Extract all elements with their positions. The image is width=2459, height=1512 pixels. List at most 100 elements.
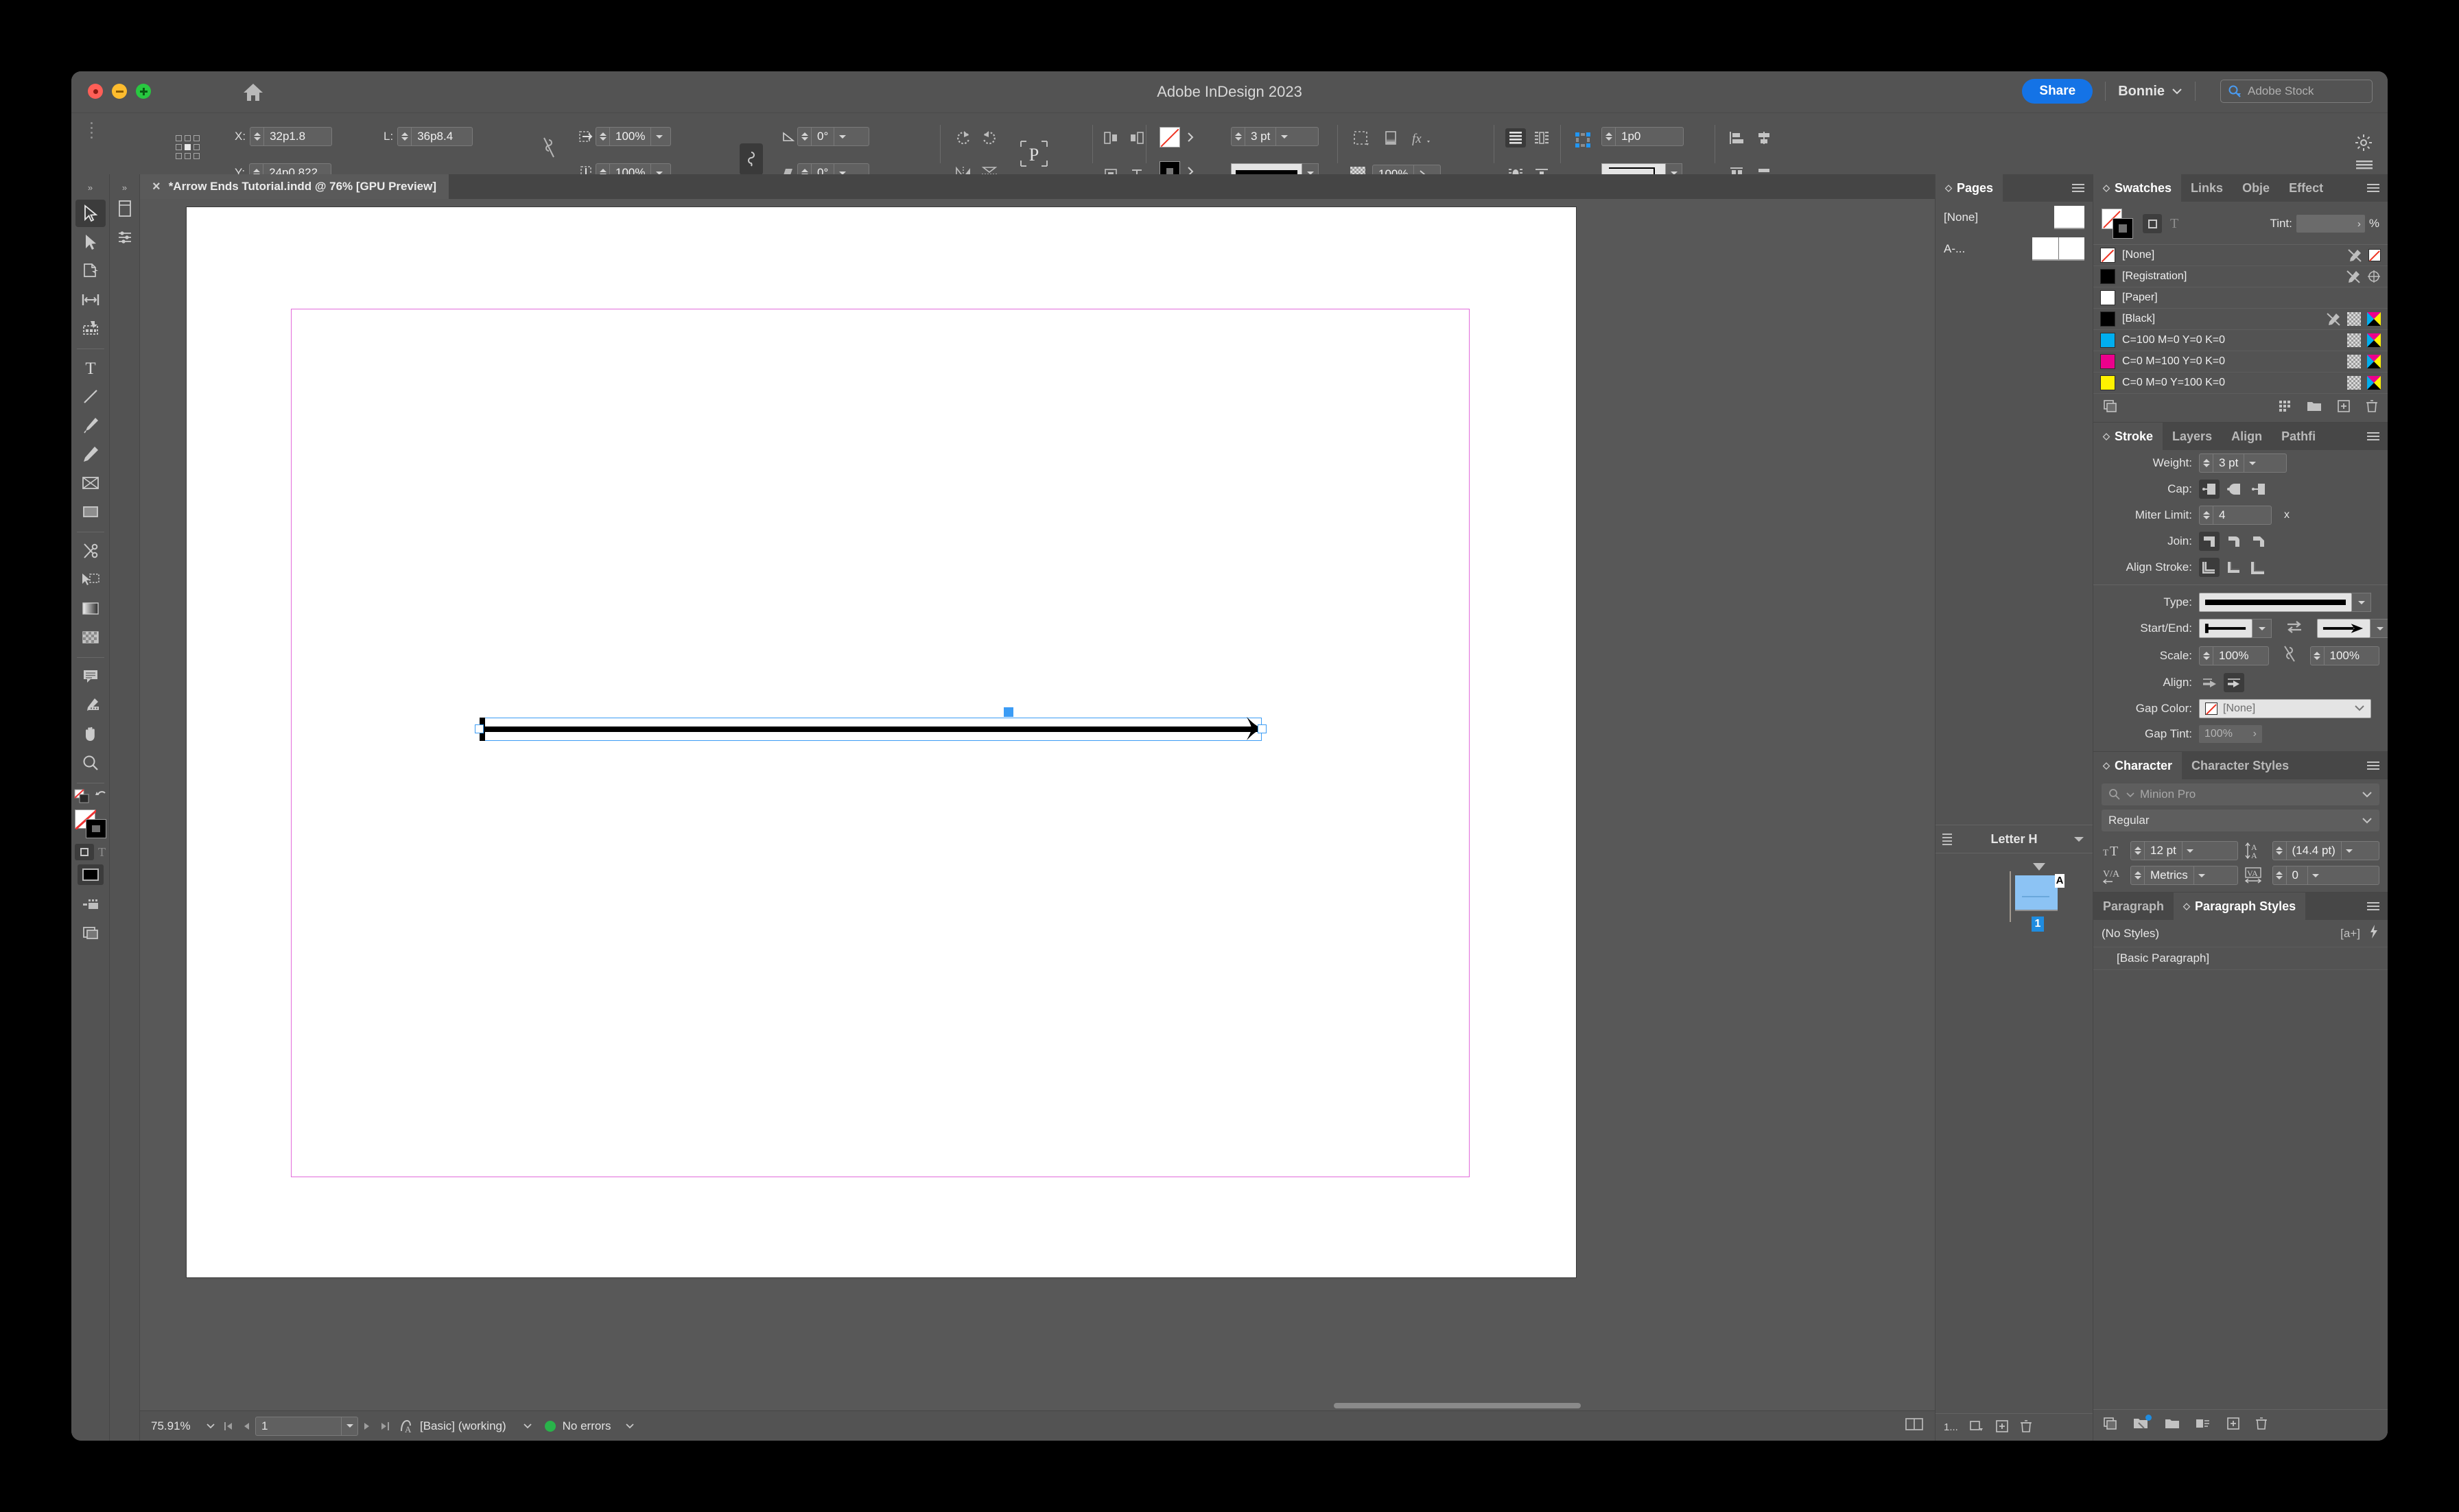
gap-tint-field[interactable]: 100% › [2199,725,2262,743]
font-size-field[interactable]: 12 pt [2130,841,2238,860]
apply-color-button[interactable] [77,864,104,885]
ref-point-mc[interactable] [185,144,191,150]
round-cap-button[interactable] [2224,480,2244,499]
delete-page-icon[interactable] [2020,1419,2032,1436]
ref-point-mr[interactable] [193,144,200,150]
formatting-affects-text-icon[interactable]: T [2170,216,2178,232]
swap-fill-stroke-icon[interactable] [95,790,108,806]
direct-selection-tool[interactable] [75,228,106,256]
tab-links[interactable]: Links [2181,174,2233,202]
user-menu[interactable]: Bonnie [2118,84,2182,99]
line-tool[interactable] [75,383,106,410]
fill-color-swatch[interactable] [1160,127,1180,147]
gradient-feather-tool[interactable] [75,624,106,651]
font-family-field[interactable]: Minion Pro [2102,783,2379,805]
miter-stepper[interactable] [2200,506,2213,524]
miter-limit-field[interactable]: 4 [2199,506,2272,525]
gap-color-select[interactable]: [None] [2199,699,2371,718]
weight-dropdown-icon[interactable] [2244,454,2260,472]
new-color-group-icon[interactable] [2278,399,2292,416]
master-page-row-a[interactable]: A-... [1936,233,2093,265]
tab-effects[interactable]: Effect [2279,174,2333,202]
align-left-button[interactable] [1726,128,1747,147]
new-swatch-icon[interactable] [2337,399,2351,416]
ref-point-bl[interactable] [176,153,182,159]
tint-flyout-icon[interactable]: › [2357,218,2361,230]
share-button[interactable]: Share [2022,79,2093,104]
corner-options-icon[interactable] [1574,131,1592,152]
page-number-field[interactable]: 1 [255,1416,358,1436]
swatch-row-none[interactable]: [None] [2093,245,2388,266]
stroke-panel-weight-field[interactable]: 3 pt [2199,453,2287,473]
formatting-affects-container-icon[interactable] [2143,214,2162,233]
end-scale-field[interactable]: 100% [2309,646,2379,665]
stroke-weight-field[interactable]: 3 pt [1231,127,1319,146]
preflight-profile-value[interactable]: [Basic] (working) [420,1419,506,1433]
pen-tool[interactable] [75,412,106,439]
tab-pages[interactable]: ◇ Pages [1936,174,2003,202]
pencil-tool[interactable] [75,440,106,468]
new-page-icon[interactable] [1995,1419,2009,1436]
panel-collapse-icon[interactable]: ◇ [1945,182,1952,193]
selection-tool[interactable] [75,200,106,227]
style-options-icon[interactable] [2195,1417,2211,1434]
scale-x-dropdown-icon[interactable] [650,128,667,145]
font-family-dropdown-icon[interactable] [2362,788,2373,801]
rectangle-tool[interactable] [75,498,106,525]
weight-stepper[interactable] [2200,454,2213,472]
formatting-affects-text-icon[interactable]: T [98,845,106,860]
rotation-field[interactable]: 0° [797,127,869,146]
swatches-list[interactable]: [None] [Registration] [Paper] [Black] C=… [2093,244,2388,394]
stroke-weight-stepper[interactable] [1232,128,1245,145]
font-size-dropdown-icon[interactable] [2181,842,2198,860]
end-arrow-select[interactable] [2317,619,2388,638]
swatch-row-cyan[interactable]: C=100 M=0 Y=0 K=0 [2093,330,2388,351]
text-wrap-bounding-box-button[interactable] [1531,128,1552,147]
document-tab[interactable]: × *Arrow Ends Tutorial.indd @ 76% [GPU P… [140,174,449,199]
scale-x-stepper[interactable] [596,128,610,145]
align-stroke-outside-button[interactable] [2248,558,2269,577]
control-panel-settings-icon[interactable] [2355,134,2373,155]
end-scale-stepper[interactable] [2311,646,2325,665]
leading-field[interactable]: (14.4 pt) [2272,841,2379,860]
minicol-collapse-icon[interactable]: » [122,182,127,193]
kerning-field[interactable]: Metrics [2130,866,2238,885]
stroke-swatch-tool[interactable] [85,819,106,838]
hand-tool[interactable] [75,720,106,748]
ref-point-tr[interactable] [193,135,200,141]
zoom-level-dropdown-icon[interactable] [202,1417,220,1435]
projecting-cap-button[interactable] [2248,480,2269,499]
gradient-swatch-tool[interactable] [75,595,106,622]
free-transform-tool[interactable] [75,566,106,593]
kerning-stepper[interactable] [2131,866,2145,884]
first-page-button[interactable] [220,1417,237,1435]
page-size-dropdown-icon[interactable] [2073,832,2084,847]
content-collector-tool[interactable] [75,315,106,342]
apply-color-none-icon[interactable] [73,788,93,808]
gap-tint-flyout-icon[interactable]: › [2253,728,2257,740]
note-tool[interactable] [75,663,106,690]
tab-layers[interactable]: Layers [2163,423,2222,450]
x-stepper[interactable] [250,128,265,145]
preflight-dropdown-icon[interactable] [519,1417,537,1435]
pages-panel-menu-icon[interactable] [2064,174,2093,202]
select-container-icon[interactable]: P [1018,139,1050,172]
extend-arrowhead-button[interactable] [2199,673,2220,692]
control-panel-menu-icon[interactable] [2356,160,2373,176]
new-style-group-icon[interactable] [2165,1417,2180,1433]
load-styles-icon[interactable] [2133,1415,2152,1434]
reference-point-selector[interactable] [176,135,200,159]
previous-page-button[interactable] [237,1417,255,1435]
show-all-styles-icon[interactable] [2103,1417,2118,1434]
horizontal-scrollbar[interactable] [140,1401,1935,1410]
corner-radius-stepper[interactable] [1602,128,1616,145]
properties-icon[interactable] [113,226,137,249]
document-layout-icon[interactable] [1905,1417,1924,1435]
constrain-scale-toggle[interactable] [740,143,763,175]
font-size-stepper[interactable] [2131,842,2145,860]
constrain-proportions-off-icon[interactable] [542,137,556,163]
select-previous-object-button[interactable] [1101,128,1121,147]
clear-overrides-icon[interactable]: [a+] [2340,927,2360,941]
swap-start-end-icon[interactable] [2285,619,2303,638]
swatch-row-black[interactable]: [Black] [2093,309,2388,330]
